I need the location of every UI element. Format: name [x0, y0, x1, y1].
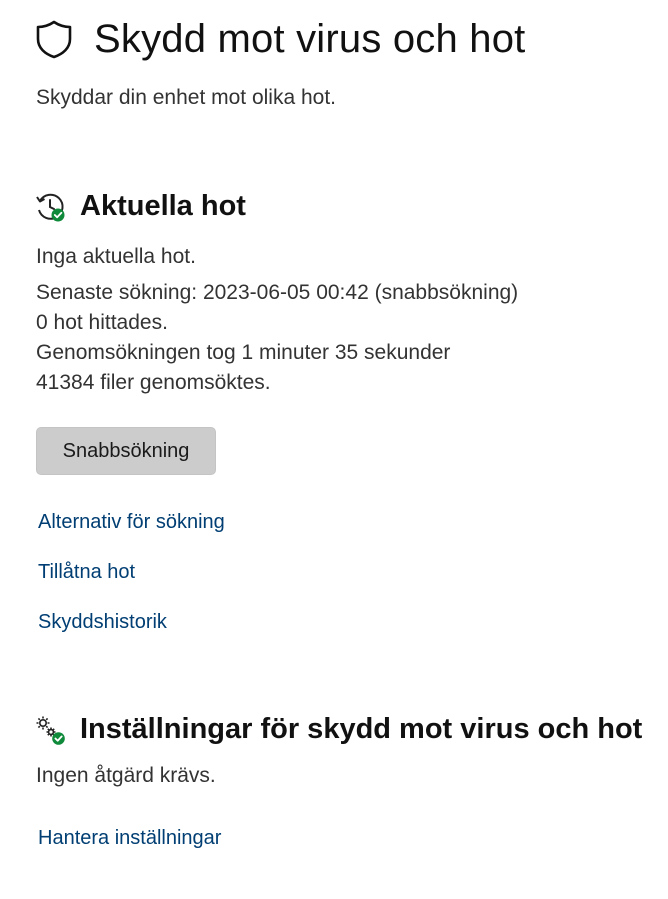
allowed-threats-link[interactable]: Tillåtna hot: [38, 561, 135, 584]
page-header: Skydd mot virus och hot: [34, 14, 525, 64]
files-scanned-text: 41384 filer genomsöktes.: [36, 371, 271, 394]
current-threats-header: Aktuella hot: [34, 190, 246, 223]
manage-settings-link[interactable]: Hantera inställningar: [38, 827, 221, 850]
page-title: Skydd mot virus och hot: [94, 17, 526, 61]
section-title-settings: Inställningar för skydd mot virus och ho…: [80, 713, 643, 745]
gears-check-icon: [34, 714, 66, 746]
history-check-icon: [34, 191, 66, 223]
settings-header: Inställningar för skydd mot virus och ho…: [34, 713, 642, 746]
page-subtitle: Skyddar din enhet mot olika hot.: [36, 86, 337, 109]
section-title-current-threats: Aktuella hot: [80, 190, 246, 222]
last-scan-text: Senaste sökning: 2023-06-05 00:42 (snabb…: [36, 281, 519, 304]
virus-threat-protection-page: Skydd mot virus och hot Skyddar din enhe…: [0, 0, 668, 899]
threats-found-text: 0 hot hittades.: [36, 311, 168, 334]
shield-icon: [34, 19, 74, 59]
scan-duration-text: Genomsökningen tog 1 minuter 35 sekunder: [36, 341, 451, 364]
quick-scan-button[interactable]: Snabbsökning: [36, 427, 216, 475]
threat-status-text: Inga aktuella hot.: [36, 245, 196, 268]
protection-history-link[interactable]: Skyddshistorik: [38, 611, 167, 634]
scan-options-link[interactable]: Alternativ för sökning: [38, 511, 225, 534]
settings-status-text: Ingen åtgärd krävs.: [36, 764, 216, 787]
